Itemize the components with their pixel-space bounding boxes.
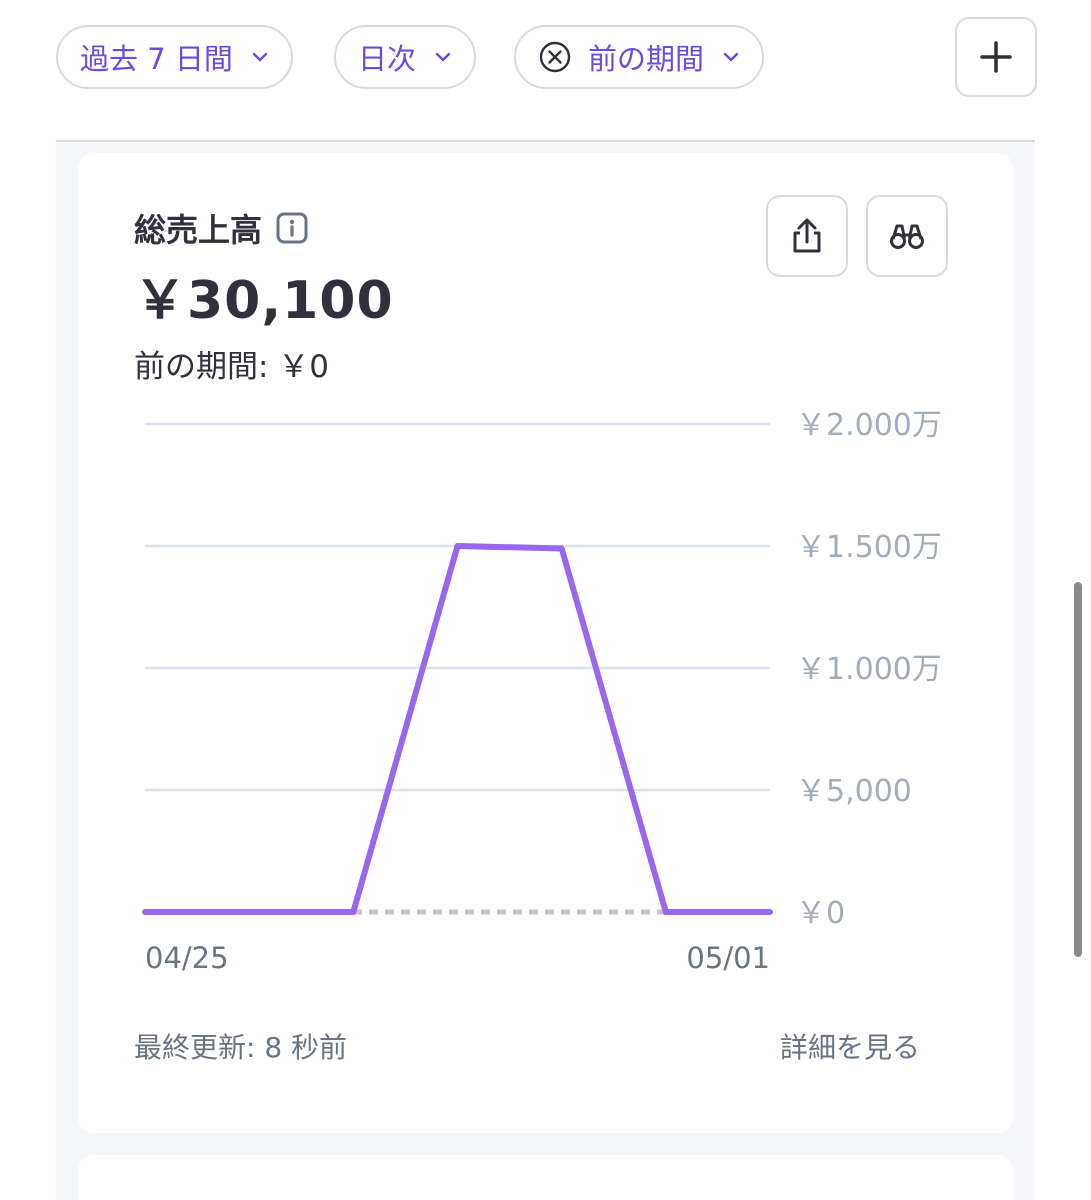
compare-filter-label: 前の期間	[588, 42, 705, 76]
period-filter[interactable]: 過去 7 日間	[56, 25, 293, 89]
scrollbar[interactable]	[1074, 582, 1082, 957]
y-tick-label: ￥5,000	[796, 774, 912, 809]
gross-sales-card: 総売上高 ￥30,100 前の期間: ￥0 ￥0 ￥5,000 ￥1.000万 …	[78, 153, 1013, 1133]
data-point	[246, 909, 252, 915]
x-tick-label: 05/01	[686, 941, 770, 975]
view-details-link[interactable]: 詳細を見る	[780, 1026, 920, 1066]
data-point	[663, 909, 669, 915]
filter-bar: 過去 7 日間 日次 前の期間	[0, 0, 1091, 140]
compare-filter[interactable]: 前の期間	[514, 25, 765, 89]
last-updated: 最終更新: 8 秒前	[134, 1031, 348, 1064]
next-card	[78, 1155, 1013, 1200]
data-point	[142, 909, 148, 915]
x-circle-icon[interactable]	[538, 40, 572, 74]
y-tick-label: ￥1.500万	[796, 530, 942, 565]
y-tick-label: ￥1.000万	[796, 652, 942, 687]
interval-filter-label: 日次	[358, 42, 417, 76]
current-period-line	[142, 543, 773, 915]
data-point	[455, 543, 460, 549]
x-tick-label: 04/25	[145, 941, 229, 975]
data-point	[350, 909, 356, 915]
add-filter-button[interactable]	[955, 17, 1037, 97]
y-tick-label: ￥2.000万	[796, 408, 942, 443]
chevron-down-icon	[723, 52, 739, 62]
data-point	[767, 909, 773, 915]
period-filter-label: 過去 7 日間	[80, 42, 233, 76]
gross-sales-chart: ￥0 ￥5,000 ￥1.000万 ￥1.500万 ￥2.000万 04/25 05/01	[142, 408, 942, 975]
interval-filter[interactable]: 日次	[334, 25, 477, 89]
plus-icon	[980, 41, 1012, 73]
dashboard-page: 過去 7 日間 日次 前の期間 総売上高 ￥30,100 前の期間: ￥0 ￥0…	[0, 0, 1091, 1200]
y-tick-label: ￥0	[796, 896, 845, 931]
chevron-down-icon	[435, 52, 451, 62]
data-point	[559, 545, 565, 551]
chevron-down-icon	[252, 52, 268, 62]
